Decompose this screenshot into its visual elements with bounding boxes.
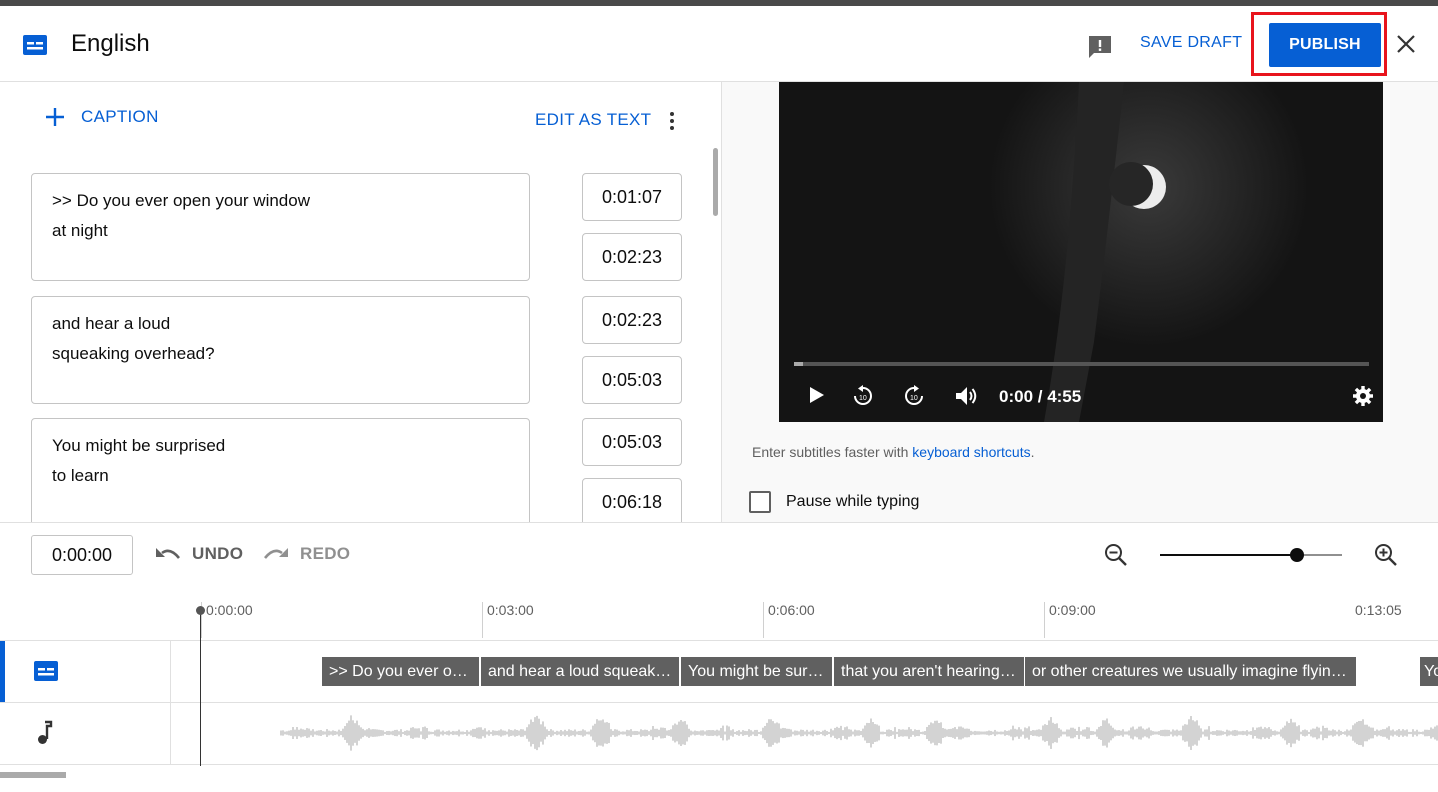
hint-text: Enter subtitles faster with <box>752 444 913 460</box>
undo-icon <box>156 548 181 559</box>
zoom-in-icon[interactable] <box>1373 542 1399 568</box>
page-title: English <box>71 30 150 57</box>
caption-start-time[interactable]: 0:01:07 <box>582 173 682 221</box>
caption-segment[interactable]: or other creatures we usually imagine fl… <box>1025 657 1356 686</box>
settings-gear-icon[interactable] <box>1351 384 1375 408</box>
redo-button[interactable]: REDO <box>262 544 350 564</box>
playhead-handle[interactable] <box>196 606 205 615</box>
caption-end-time[interactable]: 0:06:18 <box>582 478 682 522</box>
playhead-line[interactable] <box>200 610 201 766</box>
caption-segment[interactable]: and hear a loud squeaki… <box>481 657 679 686</box>
caption-start-time[interactable]: 0:02:23 <box>582 296 682 344</box>
caption-line: to learn <box>52 466 109 485</box>
caption-text-field[interactable]: >> Do you ever open your window at night <box>31 173 530 281</box>
audio-track-header <box>0 703 171 764</box>
caption-segment[interactable]: You might be sur… <box>681 657 832 686</box>
timeline-toolbar: 0:00:00 UNDO REDO <box>0 522 1438 593</box>
play-icon[interactable] <box>805 384 827 406</box>
timeline-horizontal-scrollbar[interactable] <box>0 772 66 778</box>
caption-track: >> Do you ever op… and hear a loud squea… <box>0 641 1438 703</box>
pause-while-typing-label: Pause while typing <box>786 493 920 510</box>
volume-icon[interactable] <box>953 384 979 408</box>
ruler-tick: 0:13:05 <box>1350 602 1402 638</box>
pause-while-typing-checkbox[interactable] <box>749 491 771 513</box>
video-frame <box>779 82 1383 422</box>
caption-list-panel: CAPTION EDIT AS TEXT >> Do you ever open… <box>0 82 722 522</box>
ruler-tick-label: 0:03:00 <box>487 602 534 618</box>
zoom-out-icon[interactable] <box>1103 542 1129 568</box>
ruler-tick: 0:00:00 <box>201 602 253 638</box>
timeline-ruler: 0:00:00 0:03:00 0:06:00 0:09:00 0:13:05 <box>0 592 1438 641</box>
caption-text-field[interactable]: You might be surprised to learn <box>31 418 530 522</box>
caption-editor-dialog: English SAVE DRAFT PUBLISH CAPTION EDIT … <box>0 6 1438 792</box>
redo-label: REDO <box>300 544 351 563</box>
current-time-field[interactable]: 0:00:00 <box>31 535 133 575</box>
svg-text:10: 10 <box>910 395 918 402</box>
feedback-icon[interactable] <box>1086 33 1114 61</box>
dialog-header: English SAVE DRAFT PUBLISH <box>0 6 1438 82</box>
video-player[interactable]: 10 10 0:00 / 4:55 <box>779 82 1383 422</box>
ruler-tick: 0:06:00 <box>763 602 815 638</box>
caption-line: >> Do you ever open your window <box>52 191 310 210</box>
undo-label: UNDO <box>192 544 244 563</box>
caption-track-header[interactable] <box>0 641 171 702</box>
ruler-tick-label: 0:13:05 <box>1355 602 1402 618</box>
caption-end-time[interactable]: 0:05:03 <box>582 356 682 404</box>
caption-segment[interactable]: that you aren't hearing … <box>834 657 1024 686</box>
close-icon[interactable] <box>1394 32 1418 56</box>
caption-line: and hear a loud <box>52 314 171 333</box>
caption-segment[interactable]: >> Do you ever op… <box>322 657 479 686</box>
plus-icon <box>46 108 64 126</box>
svg-text:10: 10 <box>859 395 867 402</box>
subtitles-track-icon <box>34 661 58 681</box>
music-note-icon <box>38 720 53 744</box>
add-caption-button[interactable]: CAPTION <box>44 106 159 128</box>
video-time: 0:00 / 4:55 <box>999 387 1082 406</box>
undo-button[interactable]: UNDO <box>154 544 243 564</box>
subtitles-icon <box>23 35 47 55</box>
zoom-slider-fill <box>1160 554 1297 556</box>
ruler-tick: 0:09:00 <box>1044 602 1096 638</box>
caption-line: at night <box>52 221 108 240</box>
zoom-slider[interactable] <box>1160 548 1342 562</box>
caption-start-time[interactable]: 0:05:03 <box>582 418 682 466</box>
keyboard-shortcuts-link[interactable]: keyboard shortcuts <box>912 444 1030 460</box>
video-progress-fill <box>794 362 803 366</box>
caption-text-field[interactable]: and hear a loud squeaking overhead? <box>31 296 530 404</box>
ruler-tick-label: 0:06:00 <box>768 602 815 618</box>
caption-list-scrollbar[interactable] <box>713 148 718 216</box>
keyboard-shortcuts-hint: Enter subtitles faster with keyboard sho… <box>752 444 1034 460</box>
caption-segment[interactable]: Yo <box>1420 657 1438 686</box>
zoom-slider-thumb[interactable] <box>1289 548 1304 562</box>
rewind-10-icon[interactable]: 10 <box>851 384 875 408</box>
ruler-tick-label: 0:00:00 <box>206 602 253 618</box>
more-vert-icon[interactable] <box>663 110 681 132</box>
ruler-tick: 0:03:00 <box>482 602 534 638</box>
publish-button[interactable]: PUBLISH <box>1269 23 1381 67</box>
edit-as-text-button[interactable]: EDIT AS TEXT <box>535 110 651 130</box>
forward-10-icon[interactable]: 10 <box>902 384 926 408</box>
video-progress-bar[interactable] <box>794 362 1369 366</box>
ruler-tick-label: 0:09:00 <box>1049 602 1096 618</box>
active-track-indicator <box>0 641 5 702</box>
caption-line: You might be surprised <box>52 436 226 455</box>
add-caption-label: CAPTION <box>81 107 159 126</box>
audio-track <box>0 703 1438 765</box>
save-draft-button[interactable]: SAVE DRAFT <box>1140 34 1242 52</box>
preview-panel: 10 10 0:00 / 4:55 Enter subtitles faster… <box>722 82 1438 522</box>
redo-icon <box>263 548 288 559</box>
hint-period: . <box>1030 444 1035 460</box>
caption-end-time[interactable]: 0:02:23 <box>582 233 682 281</box>
caption-line: squeaking overhead? <box>52 344 215 363</box>
audio-waveform <box>280 715 1438 751</box>
